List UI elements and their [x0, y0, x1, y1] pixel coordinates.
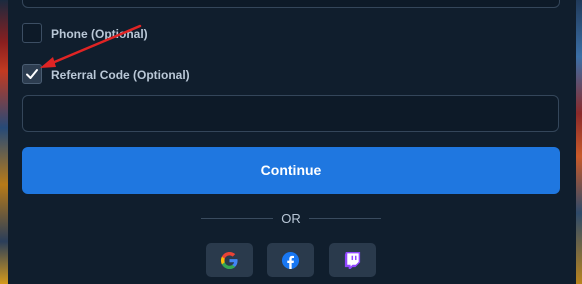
- twitch-login-button[interactable]: [329, 243, 376, 277]
- previous-field-input[interactable]: [22, 0, 560, 8]
- phone-checkbox-label: Phone (Optional): [51, 27, 148, 41]
- or-divider: OR: [201, 210, 381, 226]
- phone-checkbox[interactable]: [22, 23, 42, 43]
- facebook-icon: [281, 251, 300, 270]
- background-art-left: [0, 0, 8, 284]
- referral-checkbox[interactable]: [22, 64, 42, 84]
- google-login-button[interactable]: [206, 243, 253, 277]
- twitch-icon: [344, 251, 361, 270]
- checkmark-icon: [26, 69, 38, 79]
- facebook-login-button[interactable]: [267, 243, 314, 277]
- signup-modal: Phone (Optional) Referral Code (Optional…: [8, 0, 576, 284]
- google-icon: [220, 251, 238, 270]
- continue-button[interactable]: Continue: [22, 147, 560, 194]
- divider-line-right: [309, 218, 381, 219]
- background-art-right: [576, 0, 582, 284]
- referral-code-input[interactable]: [22, 95, 559, 132]
- or-text: OR: [281, 211, 301, 226]
- referral-checkbox-label: Referral Code (Optional): [51, 68, 190, 82]
- divider-line-left: [201, 218, 273, 219]
